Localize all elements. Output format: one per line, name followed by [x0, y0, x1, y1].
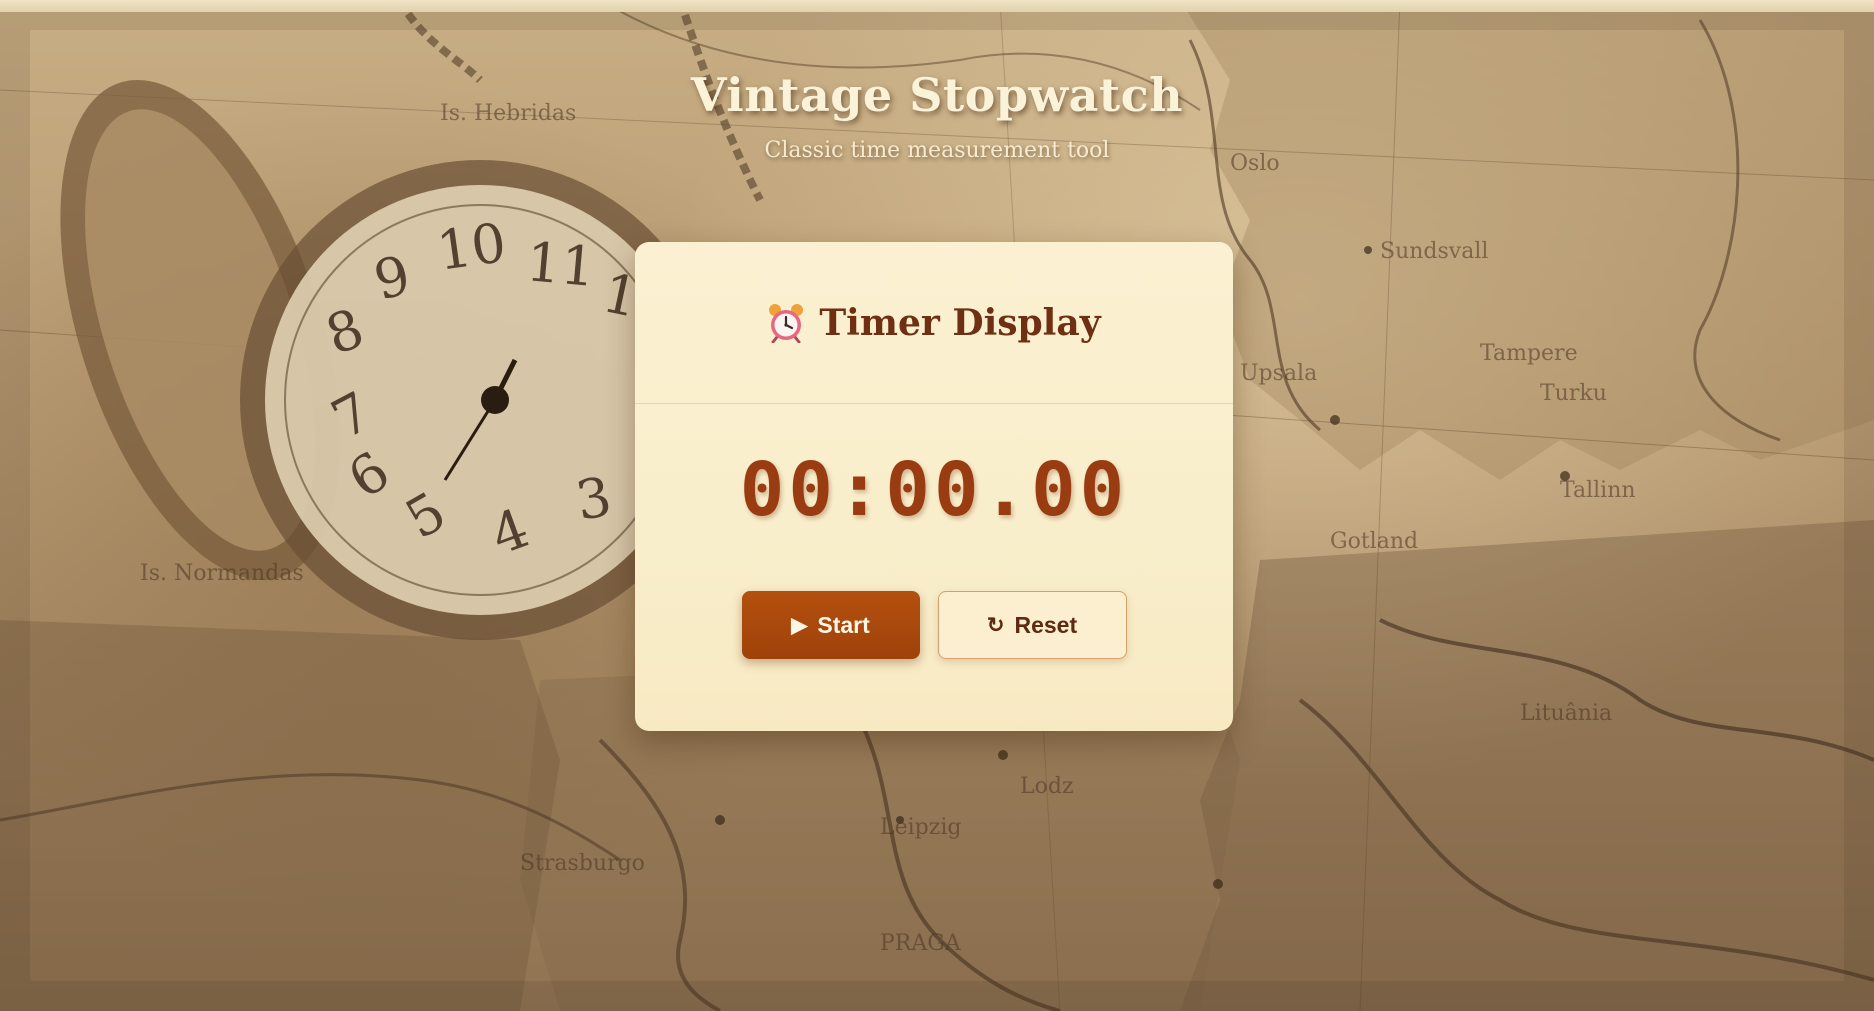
svg-text:Upsala: Upsala — [1240, 361, 1317, 386]
svg-text:Is. Normandas: Is. Normandas — [140, 561, 304, 586]
svg-text:Gotland: Gotland — [1330, 529, 1418, 554]
svg-text:10: 10 — [433, 211, 510, 283]
svg-text:Lodz: Lodz — [1020, 774, 1074, 799]
app-subtitle: Classic time measurement tool — [764, 138, 1110, 163]
reset-button-label: Reset — [1014, 611, 1078, 638]
timer-controls: ▶ Start ↻ Reset — [635, 591, 1233, 659]
svg-text:Turku: Turku — [1540, 381, 1607, 406]
card-header: Timer Display — [635, 242, 1233, 404]
svg-text:Lituânia: Lituânia — [1520, 701, 1612, 726]
card-title: Timer Display — [819, 301, 1101, 344]
svg-text:Sundsvall: Sundsvall — [1380, 239, 1488, 264]
svg-text:11: 11 — [524, 230, 598, 299]
reset-button[interactable]: ↻ Reset — [937, 591, 1127, 659]
page-header: Vintage Stopwatch Classic time measureme… — [0, 68, 1874, 163]
svg-text:Tallinn: Tallinn — [1560, 478, 1636, 503]
app-title: Vintage Stopwatch — [690, 68, 1184, 122]
top-strip — [0, 0, 1874, 12]
reset-icon: ↻ — [986, 613, 1005, 637]
start-button-label: Start — [817, 611, 870, 638]
play-icon: ▶ — [791, 613, 808, 637]
svg-text:Leipzig: Leipzig — [880, 815, 961, 840]
svg-text:Tampere: Tampere — [1480, 341, 1578, 366]
timer-card: Timer Display 00:00.00 ▶ Start ↻ Reset — [635, 242, 1233, 731]
alarm-clock-icon — [767, 303, 805, 343]
svg-text:PRAGA: PRAGA — [880, 931, 962, 956]
time-display: 00:00.00 — [739, 447, 1129, 533]
start-button[interactable]: ▶ Start — [741, 591, 920, 659]
svg-text:Strasburgo: Strasburgo — [520, 851, 645, 876]
